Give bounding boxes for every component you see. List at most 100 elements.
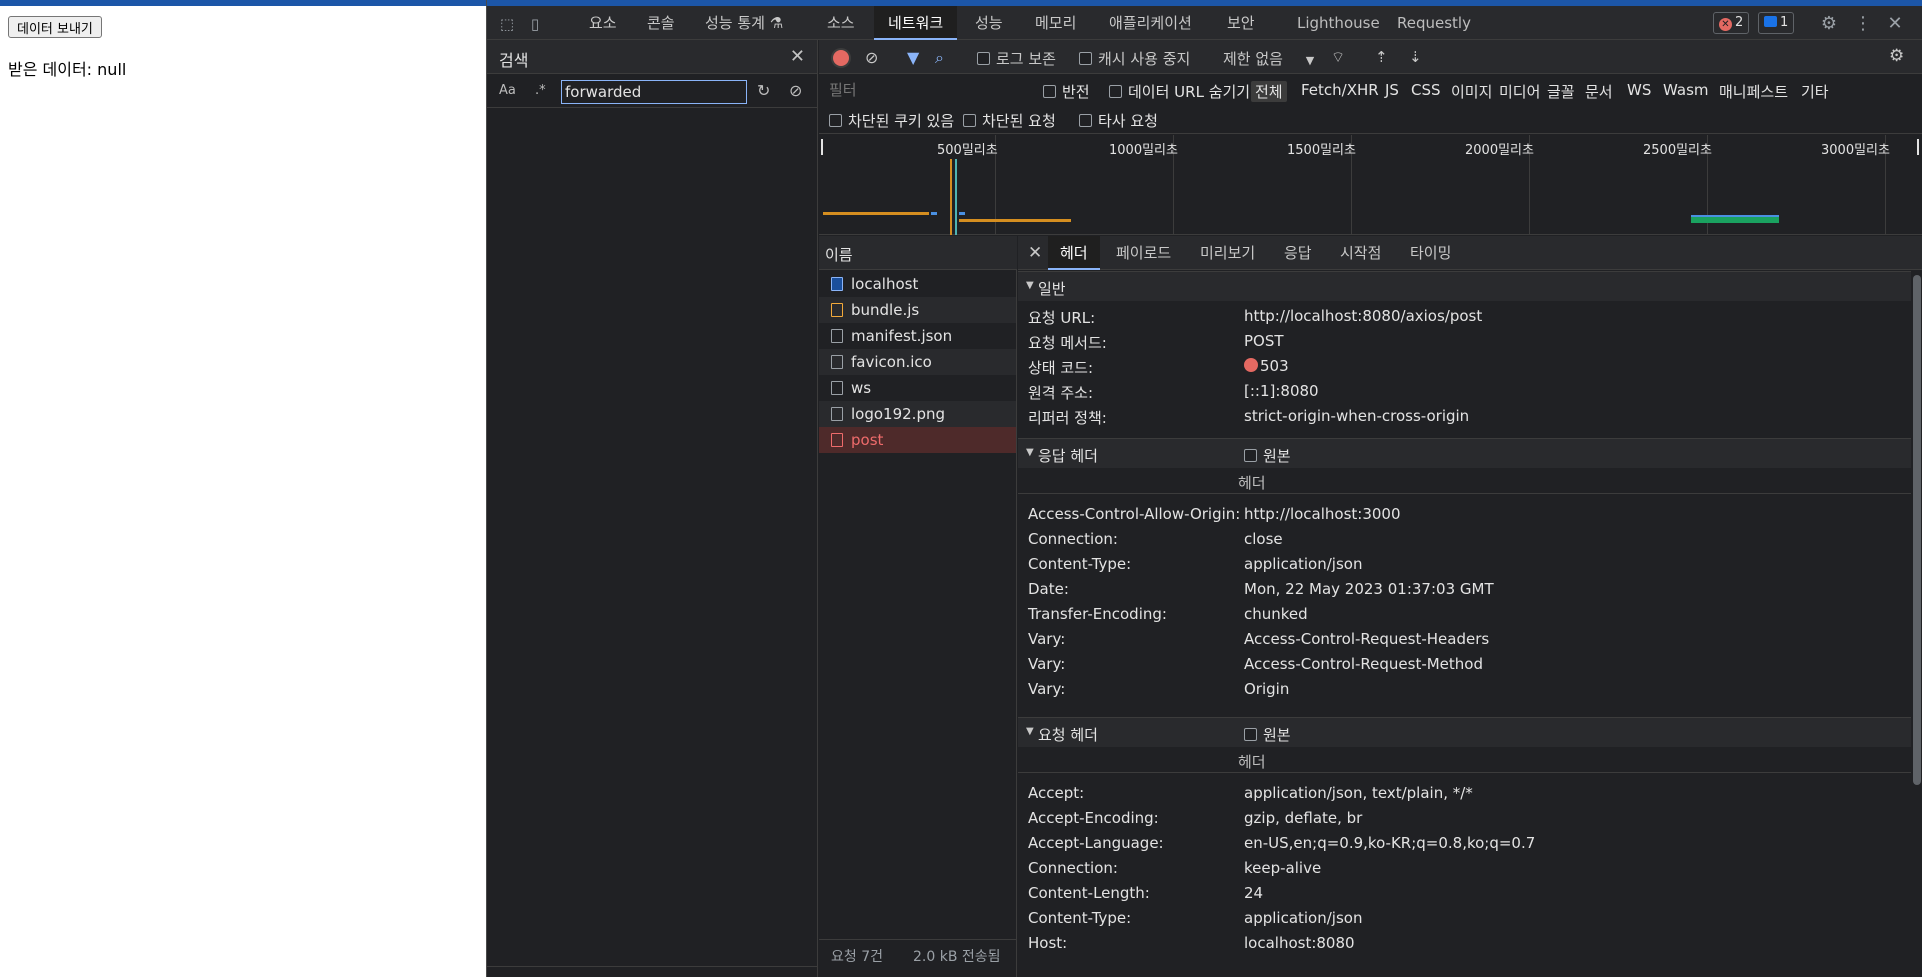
scrollbar-thumb[interactable] [1913, 275, 1921, 785]
device-toolbar-icon[interactable]: ▯ [525, 14, 545, 34]
request-row[interactable]: bundle.js [819, 297, 1016, 323]
response-header-row: Access-Control-Allow-Origin: http://local… [1018, 503, 1911, 525]
tab-elements[interactable]: 요소 [589, 6, 617, 40]
invert-checkbox[interactable]: 반전 [1043, 81, 1090, 102]
request-row[interactable]: ws [819, 375, 1016, 401]
response-headers-section-header[interactable]: ▼ 응답 헤더 원본 [1018, 438, 1911, 468]
filter-type-doc[interactable]: 문서 [1585, 81, 1613, 102]
filter-type-wasm[interactable]: Wasm [1663, 81, 1709, 99]
general-row: 요청 URL: http://localhost:8080/axios/post [1018, 305, 1911, 327]
header-key: Vary: [1028, 630, 1066, 648]
preserve-log-checkbox[interactable]: 로그 보존 [977, 48, 1056, 69]
filter-type-fetch-xhr[interactable]: Fetch/XHR [1301, 81, 1379, 99]
filter-type-manifest[interactable]: 매니페스트 [1719, 81, 1788, 102]
close-search-icon[interactable]: ✕ [790, 46, 805, 67]
header-key: Host: [1028, 934, 1068, 952]
match-case-toggle[interactable]: Aa [499, 83, 516, 98]
tab-response[interactable]: 응답 [1284, 236, 1312, 270]
filter-type-ws[interactable]: WS [1627, 81, 1651, 99]
filter-type-font[interactable]: 글꼴 [1547, 81, 1575, 102]
disable-cache-checkbox[interactable]: 캐시 사용 중지 [1079, 48, 1190, 69]
request-row[interactable]: localhost [819, 271, 1016, 297]
network-overview-timeline[interactable]: 500밀리초 1000밀리초 1500밀리초 2000밀리초 2500밀리초 3… [819, 135, 1922, 235]
tab-console[interactable]: 콘솔 [647, 6, 675, 40]
devtools-tabbar: ⬚ ▯ 요소 콘솔 성능 통계 ⚗ 소스 네트워크 성능 메모리 애플리케이션 … [487, 6, 1922, 40]
filter-type-css[interactable]: CSS [1411, 81, 1441, 99]
tab-lighthouse-insights[interactable]: 성능 통계 ⚗ [705, 6, 783, 40]
timeline-start-handle[interactable] [821, 139, 823, 155]
request-headers-section-header[interactable]: ▼ 요청 헤더 원본 [1018, 717, 1911, 747]
error-count-badge[interactable]: ✕ 2 [1713, 12, 1750, 34]
timeline-end-handle[interactable] [1917, 139, 1919, 155]
raw-label: 원본 [1263, 447, 1291, 465]
hide-data-urls-checkbox[interactable]: 데이터 URL 숨기기 [1109, 81, 1250, 102]
send-data-button[interactable]: 데이터 보내기 [8, 16, 102, 38]
more-options-icon[interactable]: ⋮ [1853, 14, 1873, 34]
network-conditions-icon[interactable]: ⌔ [1331, 48, 1345, 67]
filter-input[interactable] [819, 78, 1029, 102]
filter-type-other[interactable]: 기타 [1801, 81, 1829, 102]
request-row[interactable]: logo192.png [819, 401, 1016, 427]
timeline-label: 1000밀리초 [1109, 143, 1178, 158]
request-list-header[interactable]: 이름 [819, 236, 1017, 270]
filter-icon[interactable]: ▼ [907, 48, 919, 67]
tab-timing[interactable]: 타이밍 [1410, 236, 1451, 270]
regex-toggle[interactable]: .* [535, 83, 546, 98]
details-scrollbar[interactable] [1911, 271, 1922, 977]
file-icon [831, 355, 843, 369]
close-details-icon[interactable]: ✕ [1028, 236, 1042, 270]
throttling-select[interactable]: 제한 없음 ▼ [1223, 48, 1314, 69]
refresh-icon[interactable]: ↻ [757, 81, 770, 100]
tab-headers[interactable]: 헤더 [1048, 236, 1100, 270]
export-har-icon[interactable]: ⇣ [1409, 48, 1422, 66]
tab-performance[interactable]: 성능 [975, 6, 1003, 40]
tab-application[interactable]: 애플리케이션 [1109, 6, 1192, 40]
header-value: Origin [1244, 680, 1290, 698]
raw-checkbox[interactable]: 원본 [1244, 724, 1291, 745]
filter-type-js[interactable]: JS [1385, 81, 1399, 99]
tab-security[interactable]: 보안 [1227, 6, 1255, 40]
header-value: [::1]:8080 [1244, 382, 1319, 400]
file-icon [831, 407, 843, 421]
response-header-row: Vary: Access-Control-Request-Headers [1018, 628, 1911, 650]
message-icon [1764, 16, 1777, 27]
raw-checkbox[interactable]: 원본 [1244, 445, 1291, 466]
clear-icon[interactable]: ⊘ [789, 81, 802, 100]
timeline-label: 3000밀리초 [1821, 143, 1890, 158]
window-top-border [0, 0, 486, 6]
settings-gear-icon[interactable]: ⚙ [1819, 14, 1839, 34]
search-input[interactable] [561, 80, 747, 104]
tab-network[interactable]: 네트워크 [874, 6, 958, 40]
header-key: Connection: [1028, 859, 1118, 877]
raw-box [1244, 728, 1257, 741]
general-row: 상태 코드: 503 [1018, 355, 1911, 377]
request-row-selected-error[interactable]: post [819, 427, 1016, 453]
tab-memory[interactable]: 메모리 [1035, 6, 1076, 40]
header-value: keep-alive [1244, 859, 1322, 877]
blocked-cookies-checkbox[interactable]: 차단된 쿠키 있음 [829, 110, 954, 131]
stop-recording-button[interactable] [833, 50, 849, 66]
header-value: application/json, text/plain, */* [1244, 784, 1473, 802]
request-row[interactable]: manifest.json [819, 323, 1016, 349]
request-row[interactable]: favicon.ico [819, 349, 1016, 375]
tab-preview[interactable]: 미리보기 [1200, 236, 1255, 270]
inspect-element-icon[interactable]: ⬚ [497, 14, 517, 34]
tab-sources[interactable]: 소스 [827, 6, 855, 40]
message-count-badge[interactable]: 1 [1758, 12, 1795, 34]
close-devtools-icon[interactable]: ✕ [1885, 14, 1905, 34]
filter-type-image[interactable]: 이미지 [1451, 81, 1492, 102]
tab-requestly[interactable]: Requestly [1397, 6, 1471, 40]
tab-initiator[interactable]: 시작점 [1340, 236, 1381, 270]
third-party-checkbox[interactable]: 타사 요청 [1079, 110, 1158, 131]
blocked-requests-checkbox[interactable]: 차단된 요청 [963, 110, 1056, 131]
filter-type-media[interactable]: 미디어 [1499, 81, 1540, 102]
tab-payload[interactable]: 페이로드 [1116, 236, 1171, 270]
general-section-header[interactable]: ▼ 일반 [1018, 271, 1911, 301]
search-icon[interactable]: ⌕ [935, 48, 944, 68]
import-har-icon[interactable]: ⇡ [1375, 48, 1388, 66]
clear-log-icon[interactable]: ⊘ [865, 48, 878, 67]
disable-cache-box [1079, 52, 1092, 65]
filter-type-all[interactable]: 전체 [1251, 81, 1287, 102]
network-settings-icon[interactable]: ⚙ [1889, 46, 1904, 66]
tab-lighthouse[interactable]: Lighthouse [1297, 6, 1380, 40]
